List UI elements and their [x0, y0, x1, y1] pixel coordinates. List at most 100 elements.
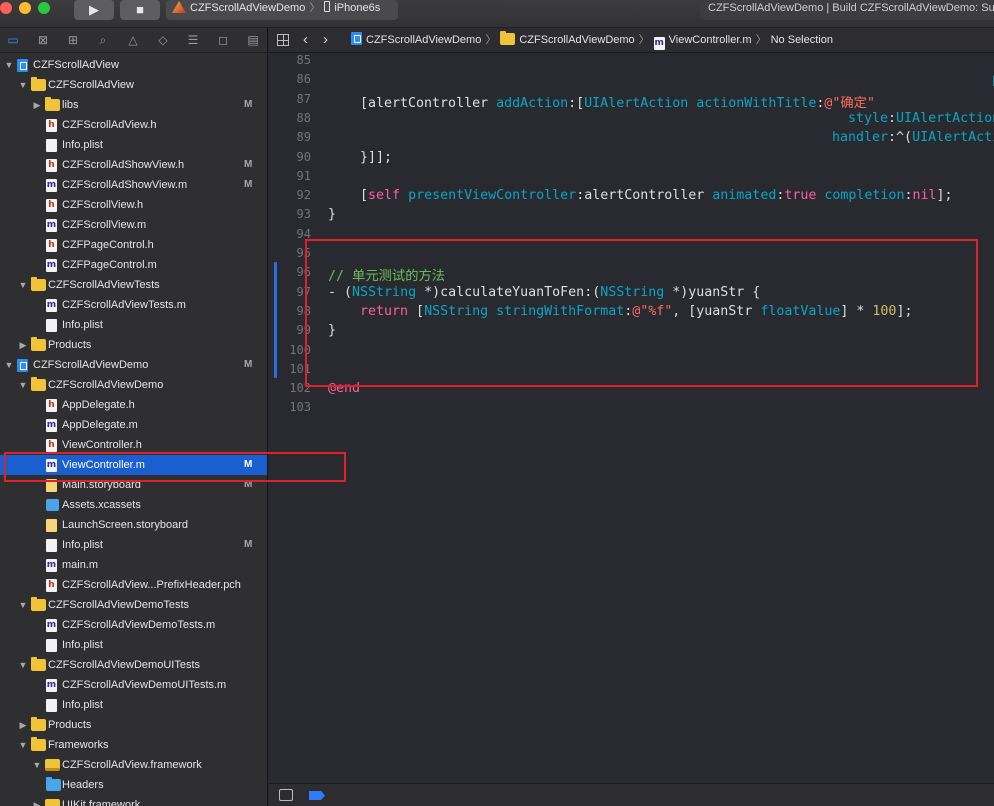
zoom-window-button[interactable]	[38, 2, 50, 14]
navigator-item[interactable]: ▼ CZFScrollAdView	[0, 55, 267, 75]
navigator-item[interactable]: m CZFPageControl.m	[0, 255, 267, 275]
change-marker	[274, 262, 277, 378]
navigator-item[interactable]: h CZFScrollAdView.h	[0, 115, 267, 135]
navigator-item[interactable]: m CZFScrollAdShowView.m M	[0, 175, 267, 195]
navigator-item-label: CZFScrollAdView...PrefixHeader.pch	[62, 579, 241, 591]
navigator-item[interactable]: h CZFScrollAdView...PrefixHeader.pch	[0, 575, 267, 595]
navigator-item[interactable]: ▼ Frameworks	[0, 735, 267, 755]
breadcrumb-label: CZFScrollAdViewDemo	[366, 34, 482, 46]
breadcrumb-item[interactable]: m ViewController.m	[653, 28, 752, 52]
navigator-item[interactable]: m CZFScrollView.m	[0, 215, 267, 235]
x-square-icon[interactable]: ⊠	[36, 33, 50, 47]
navigator-item-label: CZFPageControl.h	[62, 239, 154, 251]
navigator-item[interactable]: h CZFPageControl.h	[0, 235, 267, 255]
line-number: 86	[296, 72, 311, 87]
folder-icon[interactable]: ▭	[6, 33, 20, 47]
hide-debug-area-icon[interactable]	[279, 789, 293, 801]
navigator-item-label: libs	[62, 99, 79, 111]
disclosure-open-icon[interactable]: ▼	[18, 275, 28, 295]
navigator-item-label: CZFScrollAdViewDemo	[33, 359, 149, 371]
navigator-item[interactable]: LaunchScreen.storyboard	[0, 515, 267, 535]
navigator-item[interactable]: ▶ Products	[0, 335, 267, 355]
navigator-item[interactable]: Info.plist	[0, 695, 267, 715]
breadcrumb-item[interactable]: CZFScrollAdViewDemo	[500, 28, 635, 52]
navigator-item[interactable]: ▶ Products	[0, 715, 267, 735]
navigator-item[interactable]: ▶ UIKit.framework	[0, 795, 267, 806]
search-icon[interactable]: ⌕	[96, 33, 110, 47]
disclosure-open-icon[interactable]: ▼	[32, 755, 42, 775]
disclosure-open-icon[interactable]: ▼	[4, 55, 14, 75]
navigator-item[interactable]: ▶ libs M	[0, 95, 267, 115]
navigator-item[interactable]: Info.plist	[0, 315, 267, 335]
navigator-item[interactable]: m CZFScrollAdViewDemoTests.m	[0, 615, 267, 635]
navigator-item[interactable]: m CZFScrollAdViewTests.m	[0, 295, 267, 315]
scm-status-badge: M	[244, 539, 253, 550]
disclosure-open-icon[interactable]: ▼	[4, 355, 14, 375]
navigator-item-label: CZFScrollAdShowView.m	[62, 179, 188, 191]
navigator-item-label: AppDelegate.h	[62, 399, 135, 411]
navigator-item[interactable]: ▼ CZFScrollAdViewDemoUITests	[0, 655, 267, 675]
disclosure-closed-icon[interactable]: ▶	[32, 795, 42, 806]
breadcrumb-item[interactable]: CZFScrollAdViewDemo	[351, 28, 481, 52]
close-window-button[interactable]	[0, 2, 12, 14]
minimize-window-button[interactable]	[19, 2, 31, 14]
blue-folder-icon	[46, 777, 61, 791]
line-number: 93	[296, 207, 311, 222]
disclosure-open-icon[interactable]: ▼	[18, 735, 28, 755]
navigator-item[interactable]: h AppDelegate.h	[0, 395, 267, 415]
breadcrumb-item[interactable]: No Selection	[771, 28, 833, 52]
navigator-item[interactable]: m main.m	[0, 555, 267, 575]
disclosure-open-icon[interactable]: ▼	[18, 75, 28, 95]
disclosure-open-icon[interactable]: ▼	[18, 595, 28, 615]
disclosure-open-icon[interactable]: ▼	[18, 375, 28, 395]
navigator-item[interactable]: Info.plist M	[0, 535, 267, 555]
source-editor[interactable]: 8586preferr87[alertController addAction:…	[269, 53, 994, 783]
scm-status-badge: M	[244, 179, 253, 190]
stop-button[interactable]: ■	[120, 0, 160, 20]
navigator-item[interactable]: ▼ CZFScrollAdViewDemoTests	[0, 595, 267, 615]
comment-icon[interactable]: ▤	[246, 33, 260, 47]
chevron-left-icon[interactable]: ‹	[303, 28, 308, 52]
hierarchy-icon[interactable]: ⊞	[66, 33, 80, 47]
line-number: 103	[289, 400, 311, 415]
tag-icon[interactable]: ◻	[216, 33, 230, 47]
disclosure-closed-icon[interactable]: ▶	[32, 95, 42, 115]
disclosure-closed-icon[interactable]: ▶	[18, 715, 28, 735]
navigator-item[interactable]: ▼ CZFScrollAdViewDemo M	[0, 355, 267, 375]
disclosure-open-icon[interactable]: ▼	[18, 655, 28, 675]
navigator-item[interactable]: m CZFScrollAdViewDemoUITests.m	[0, 675, 267, 695]
line-number: 85	[296, 53, 311, 67]
navigator-item-label: CZFScrollAdViewDemoUITests	[48, 659, 201, 671]
navigator-item[interactable]: h CZFScrollAdShowView.h M	[0, 155, 267, 175]
breadcrumb: CZFScrollAdViewDemo 〉 CZFScrollAdViewDemo 〉…	[351, 28, 833, 52]
navigator-item[interactable]: Info.plist	[0, 635, 267, 655]
navigator-item[interactable]: h CZFScrollView.h	[0, 195, 267, 215]
list-icon[interactable]: ☰	[186, 33, 200, 47]
chevron-right-icon[interactable]: ›	[323, 28, 328, 52]
disclosure-closed-icon[interactable]: ▶	[18, 335, 28, 355]
run-button[interactable]: ▶	[74, 0, 114, 20]
scheme-selector[interactable]: CZFScrollAdViewDemo 〉 iPhone6s	[166, 0, 398, 20]
navigator-item[interactable]: ▼ CZFScrollAdView.framework	[0, 755, 267, 775]
navigator-item[interactable]: m AppDelegate.m	[0, 415, 267, 435]
navigator-item[interactable]: ▶Headers	[0, 775, 267, 795]
navigator-item[interactable]: Info.plist	[0, 135, 267, 155]
navigator-item-label: CZFScrollAdViewDemoTests	[48, 599, 190, 611]
m-file-icon: m	[46, 299, 57, 312]
storyboard-file-icon	[46, 519, 57, 532]
navigator-item[interactable]: Assets.xcassets	[0, 495, 267, 515]
related-items-icon[interactable]	[277, 34, 289, 46]
scm-status-badge: M	[244, 99, 253, 110]
navigator-item[interactable]: ▼ CZFScrollAdViewDemo	[0, 375, 267, 395]
navigator-item[interactable]: ▼ CZFScrollAdView	[0, 75, 267, 95]
navigator-item[interactable]: ▼ CZFScrollAdViewTests	[0, 275, 267, 295]
warning-icon[interactable]: △	[126, 33, 140, 47]
breakpoint-icon[interactable]	[309, 791, 325, 800]
line-number: 89	[296, 130, 311, 145]
header-file-icon: h	[46, 239, 57, 252]
folder-icon	[31, 277, 46, 291]
m-file-icon: m	[46, 219, 57, 232]
diamond-icon[interactable]: ◇	[156, 33, 170, 47]
project-navigator: ▭ ⊠ ⊞ ⌕ △ ◇ ☰ ◻ ▤ ▼ CZFScrollAdView ▼ CZFScrollAdVi…	[0, 28, 268, 806]
line-number: 87	[296, 91, 311, 106]
